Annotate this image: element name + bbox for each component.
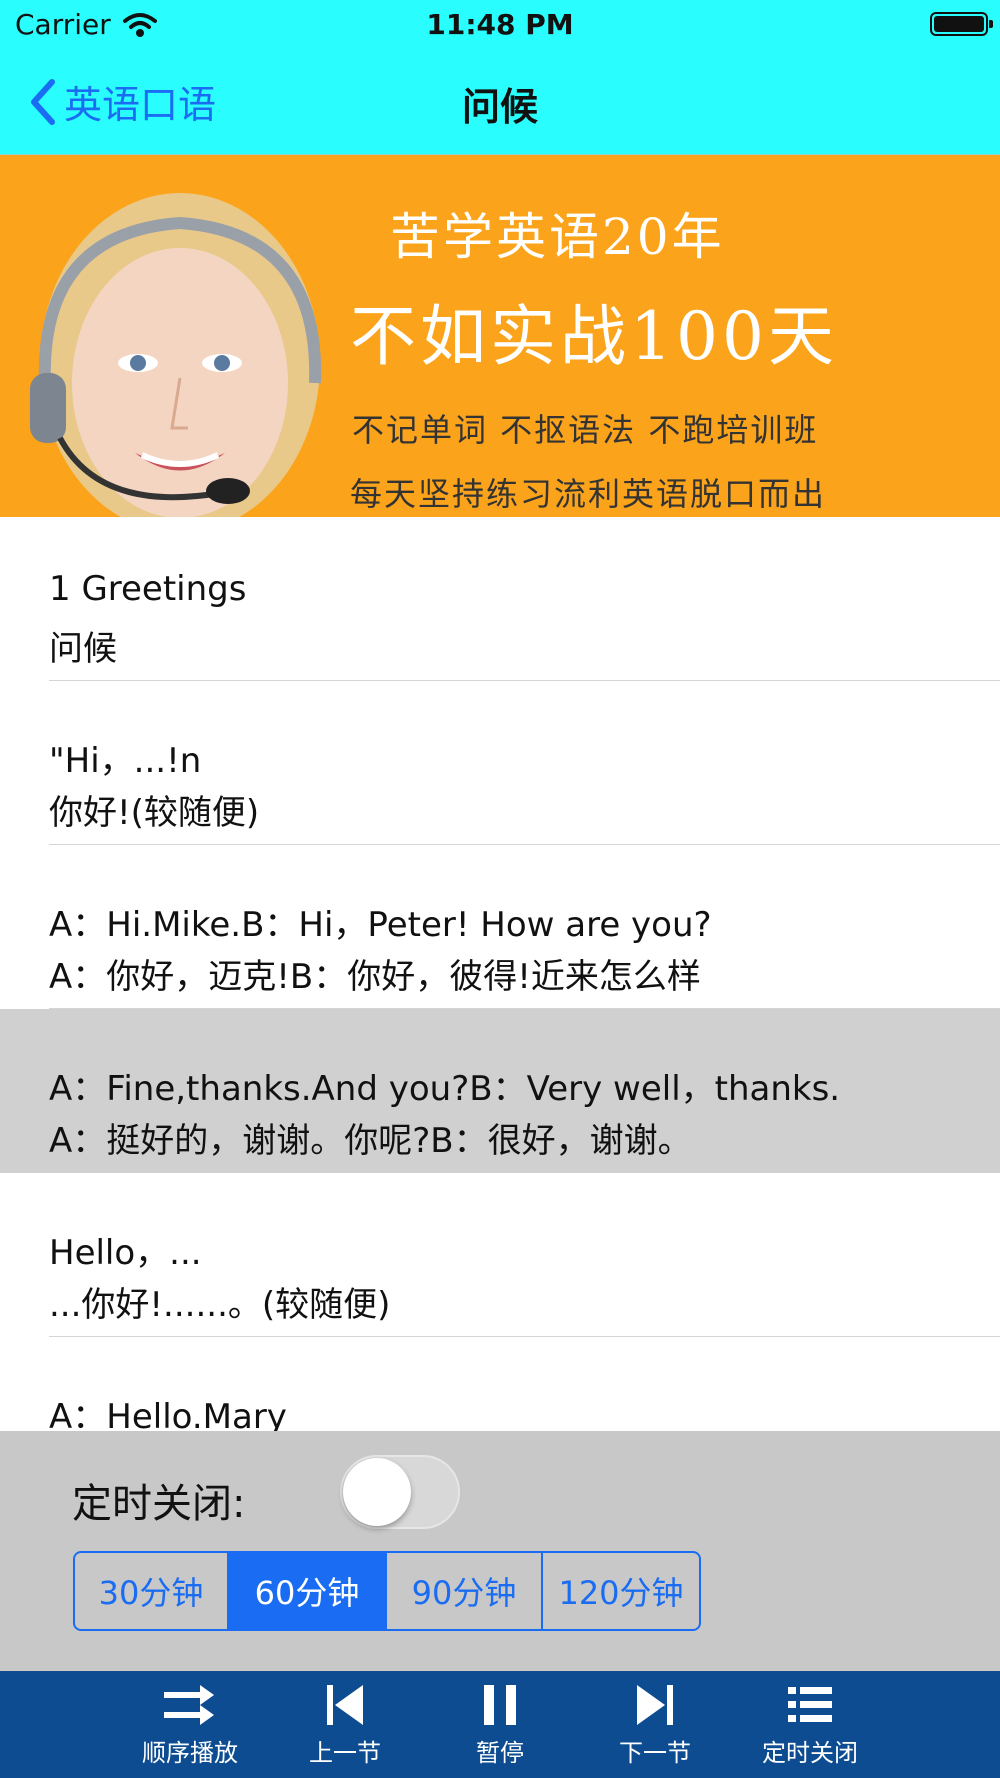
lesson-chinese: 你好!(较随便) bbox=[49, 793, 260, 833]
lesson-row-selected[interactable]: A：Fine,thanks.And you?B：Very well，thanks… bbox=[0, 1009, 1000, 1173]
headset-woman-illustration bbox=[30, 193, 322, 517]
banner-line-3: 不记单词 不抠语法 不跑培训班 bbox=[352, 411, 819, 449]
timer-option-90[interactable]: 90分钟 bbox=[387, 1553, 543, 1629]
toggle-knob bbox=[343, 1458, 411, 1526]
lesson-chinese: ...你好!......。(较随便) bbox=[49, 1285, 391, 1325]
shuffle-order-icon bbox=[164, 1685, 214, 1725]
lesson-chinese: A：你好，迈克!B：你好，彼得!近来怎么样 bbox=[49, 957, 701, 997]
pause-button[interactable]: 暂停 bbox=[435, 1679, 565, 1768]
order-play-label: 顺序播放 bbox=[142, 1739, 238, 1767]
timer-panel: 定时关闭: 30分钟 60分钟 90分钟 120分钟 bbox=[0, 1431, 1000, 1671]
next-label: 下一节 bbox=[619, 1739, 691, 1767]
timer-option-60[interactable]: 60分钟 bbox=[229, 1553, 387, 1629]
skip-previous-icon bbox=[327, 1685, 363, 1725]
timer-toggle[interactable] bbox=[340, 1455, 460, 1529]
order-play-button[interactable]: 顺序播放 bbox=[125, 1679, 255, 1768]
player-toolbar: 顺序播放 上一节 暂停 下一节 定时关闭 bbox=[0, 1671, 1000, 1778]
lesson-english: A：Fine,thanks.And you?B：Very well，thanks… bbox=[49, 1069, 841, 1109]
pause-icon bbox=[484, 1685, 516, 1725]
lesson-row[interactable]: "Hi，...!n 你好!(较随便) bbox=[0, 681, 1000, 845]
lesson-row[interactable]: A：Hello.Mary bbox=[0, 1337, 1000, 1431]
timer-duration-segmented-control[interactable]: 30分钟 60分钟 90分钟 120分钟 bbox=[73, 1551, 701, 1631]
timer-option-30[interactable]: 30分钟 bbox=[75, 1553, 229, 1629]
status-time: 11:48 PM bbox=[426, 8, 574, 41]
pause-label: 暂停 bbox=[476, 1739, 524, 1767]
lesson-english: A：Hello.Mary bbox=[49, 1397, 287, 1431]
next-button[interactable]: 下一节 bbox=[590, 1679, 720, 1768]
banner-line-1: 苦学英语20年 bbox=[390, 208, 725, 266]
top-bar: Carrier 11:48 PM 英语口语 问候 bbox=[0, 0, 1000, 155]
promo-banner: 苦学英语20年 不如实战100天 不记单词 不抠语法 不跑培训班 每天坚持练习流… bbox=[0, 155, 1000, 517]
timer-label: 定时关闭: bbox=[72, 1481, 246, 1527]
lesson-chinese: A：挺好的，谢谢。你呢?B：很好，谢谢。 bbox=[49, 1121, 692, 1161]
timer-off-label: 定时关闭 bbox=[762, 1739, 858, 1767]
page-title: 问候 bbox=[461, 85, 538, 129]
previous-label: 上一节 bbox=[309, 1739, 381, 1767]
timer-option-120[interactable]: 120分钟 bbox=[543, 1553, 699, 1629]
lesson-english: A：Hi.Mike.B：Hi，Peter! How are you? bbox=[49, 905, 712, 945]
lesson-chinese: 问候 bbox=[49, 629, 117, 669]
banner-line-4: 每天坚持练习流利英语脱口而出 bbox=[350, 475, 827, 513]
lesson-english: 1 Greetings bbox=[49, 569, 247, 609]
timer-off-button[interactable]: 定时关闭 bbox=[745, 1679, 875, 1768]
lesson-row[interactable]: 1 Greetings 问候 bbox=[0, 517, 1000, 681]
status-bar: Carrier 11:48 PM bbox=[0, 0, 1000, 50]
lesson-english: "Hi，...!n bbox=[49, 741, 202, 781]
lesson-row[interactable]: Hello，... ...你好!......。(较随便) bbox=[0, 1173, 1000, 1337]
lesson-row[interactable]: A：Hi.Mike.B：Hi，Peter! How are you? A：你好，… bbox=[0, 845, 1000, 1009]
banner-line-2: 不如实战100天 bbox=[350, 298, 838, 375]
battery-icon bbox=[930, 12, 993, 36]
lesson-english: Hello，... bbox=[49, 1233, 202, 1273]
list-icon bbox=[788, 1687, 832, 1722]
skip-next-icon bbox=[637, 1685, 673, 1725]
lesson-list[interactable]: 1 Greetings 问候 "Hi，...!n 你好!(较随便) A：Hi.M… bbox=[0, 517, 1000, 1431]
previous-button[interactable]: 上一节 bbox=[280, 1679, 410, 1768]
